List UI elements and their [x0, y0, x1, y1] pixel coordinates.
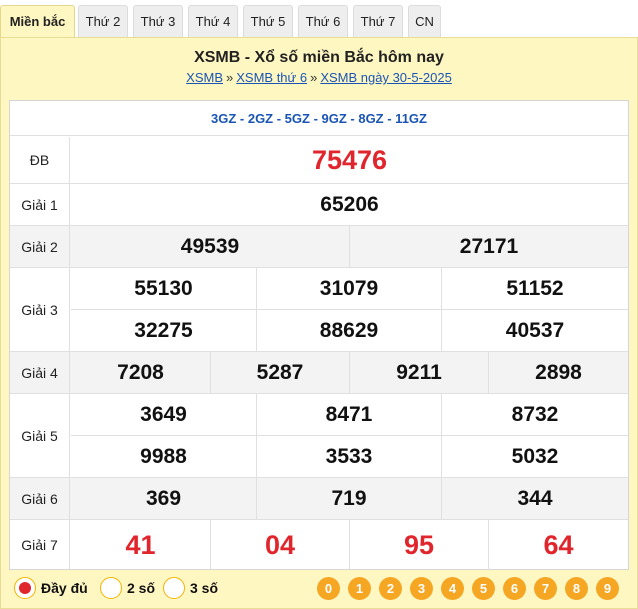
results-panel: XSMB - Xổ số miền Bắc hôm nay XSMB» XSMB …: [0, 37, 638, 609]
tab-cn[interactable]: CN: [408, 5, 441, 38]
option-2-digits[interactable]: 2 số: [100, 577, 155, 599]
radio-selected-icon[interactable]: [14, 577, 36, 599]
option-label: 3 số: [190, 580, 219, 596]
digit-filter-1[interactable]: 1: [348, 577, 371, 600]
radio-icon[interactable]: [100, 577, 122, 599]
tab-thu-2[interactable]: Thứ 2: [78, 5, 128, 38]
breadcrumb-separator: »: [310, 70, 318, 85]
prize-label: Giải 5: [10, 394, 70, 477]
prize-number: 3649: [140, 402, 187, 426]
display-controls: Đầy đủ 2 số 3 số 0 1 2 3 4 5 6 7 8 9: [9, 570, 629, 606]
breadcrumb-xsmb[interactable]: XSMB: [186, 70, 223, 85]
digit-filter-7[interactable]: 7: [534, 577, 557, 600]
tab-thu-3[interactable]: Thứ 3: [133, 5, 183, 38]
prize-number: 5032: [441, 435, 628, 477]
prize-label: Giải 1: [10, 184, 70, 225]
breadcrumb-xsmb-thu-6[interactable]: XSMB thứ 6: [236, 70, 307, 85]
prize-number: 344: [441, 478, 628, 519]
prize-row-g2: Giải 2 49539 27171: [10, 226, 628, 268]
prize-number: 65206: [320, 192, 379, 216]
prize-number: 32275: [71, 309, 256, 351]
prize-number: 7208: [117, 360, 164, 384]
prize-number: 369: [145, 486, 182, 510]
tab-thu-6[interactable]: Thứ 6: [298, 5, 348, 38]
digit-filter-8[interactable]: 8: [565, 577, 588, 600]
prize-number: 3533: [256, 435, 441, 477]
digit-filter-4[interactable]: 4: [441, 577, 464, 600]
tab-thu-4[interactable]: Thứ 4: [188, 5, 238, 38]
prize-number: 9988: [71, 435, 256, 477]
prize-number: 9211: [349, 352, 488, 393]
results-table: 3GZ - 2GZ - 5GZ - 9GZ - 8GZ - 11GZ ĐB 75…: [9, 100, 629, 570]
prize-label: Giải 2: [10, 226, 70, 267]
ticket-codes: 3GZ - 2GZ - 5GZ - 9GZ - 8GZ - 11GZ: [10, 101, 628, 136]
prize-row-g3: Giải 3 55130 31079 51152 32275 88629 405…: [10, 268, 628, 352]
option-label: Đầy đủ: [41, 580, 88, 596]
prize-label: Giải 7: [10, 520, 70, 570]
prize-number: 8471: [256, 394, 441, 435]
prize-label: Giải 6: [10, 478, 70, 519]
prize-number: 55130: [134, 276, 193, 300]
digit-filter-3[interactable]: 3: [410, 577, 433, 600]
special-prize-number: 75476: [311, 144, 388, 175]
breadcrumb-separator: »: [226, 70, 234, 85]
prize-number: 719: [256, 478, 441, 519]
tab-thu-7[interactable]: Thứ 7: [353, 5, 403, 38]
prize-number: 64: [488, 520, 628, 570]
option-3-digits[interactable]: 3 số: [163, 577, 218, 599]
results-header: XSMB - Xổ số miền Bắc hôm nay XSMB» XSMB …: [1, 38, 637, 96]
breadcrumb: XSMB» XSMB thứ 6» XSMB ngày 30-5-2025: [1, 70, 637, 85]
digit-filter-9[interactable]: 9: [596, 577, 619, 600]
prize-label: Giải 4: [10, 352, 70, 393]
prize-row-g6: Giải 6 369 719 344: [10, 478, 628, 520]
page-title: XSMB - Xổ số miền Bắc hôm nay: [194, 49, 444, 66]
prize-number: 8732: [441, 394, 628, 435]
radio-dot-icon: [19, 582, 31, 594]
prize-row-g4: Giải 4 7208 5287 9211 2898: [10, 352, 628, 394]
prize-number: 51152: [441, 268, 628, 309]
prize-number: 41: [125, 529, 156, 560]
prize-number: 5287: [210, 352, 349, 393]
prize-number: 31079: [256, 268, 441, 309]
prize-label: Giải 3: [10, 268, 70, 351]
prize-number: 88629: [256, 309, 441, 351]
digit-filter-6[interactable]: 6: [503, 577, 526, 600]
prize-number: 40537: [441, 309, 628, 351]
tab-mien-bac[interactable]: Miền bắc: [0, 5, 75, 39]
prize-number: 27171: [349, 226, 628, 267]
tab-thu-5[interactable]: Thứ 5: [243, 5, 293, 38]
prize-label: ĐB: [10, 137, 70, 183]
option-label: 2 số: [127, 580, 156, 596]
prize-row-g7: Giải 7 41 04 95 64: [10, 520, 628, 570]
digit-filter-2[interactable]: 2: [379, 577, 402, 600]
prize-row-db: ĐB 75476: [10, 137, 628, 184]
breadcrumb-date[interactable]: XSMB ngày 30-5-2025: [320, 70, 452, 85]
prize-number: 04: [210, 520, 349, 570]
digit-filter-0[interactable]: 0: [317, 577, 340, 600]
prize-number: 95: [349, 520, 488, 570]
prize-row-g1: Giải 1 65206: [10, 184, 628, 226]
prize-number: 2898: [488, 352, 628, 393]
prize-row-g5: Giải 5 3649 8471 8732 9988 3533 5032: [10, 394, 628, 478]
radio-icon[interactable]: [163, 577, 185, 599]
region-tabs: Miền bắc Thứ 2 Thứ 3 Thứ 4 Thứ 5 Thứ 6 T…: [0, 0, 638, 39]
option-full[interactable]: Đầy đủ: [14, 577, 88, 599]
digit-filter-5[interactable]: 5: [472, 577, 495, 600]
prize-number: 49539: [180, 234, 240, 258]
